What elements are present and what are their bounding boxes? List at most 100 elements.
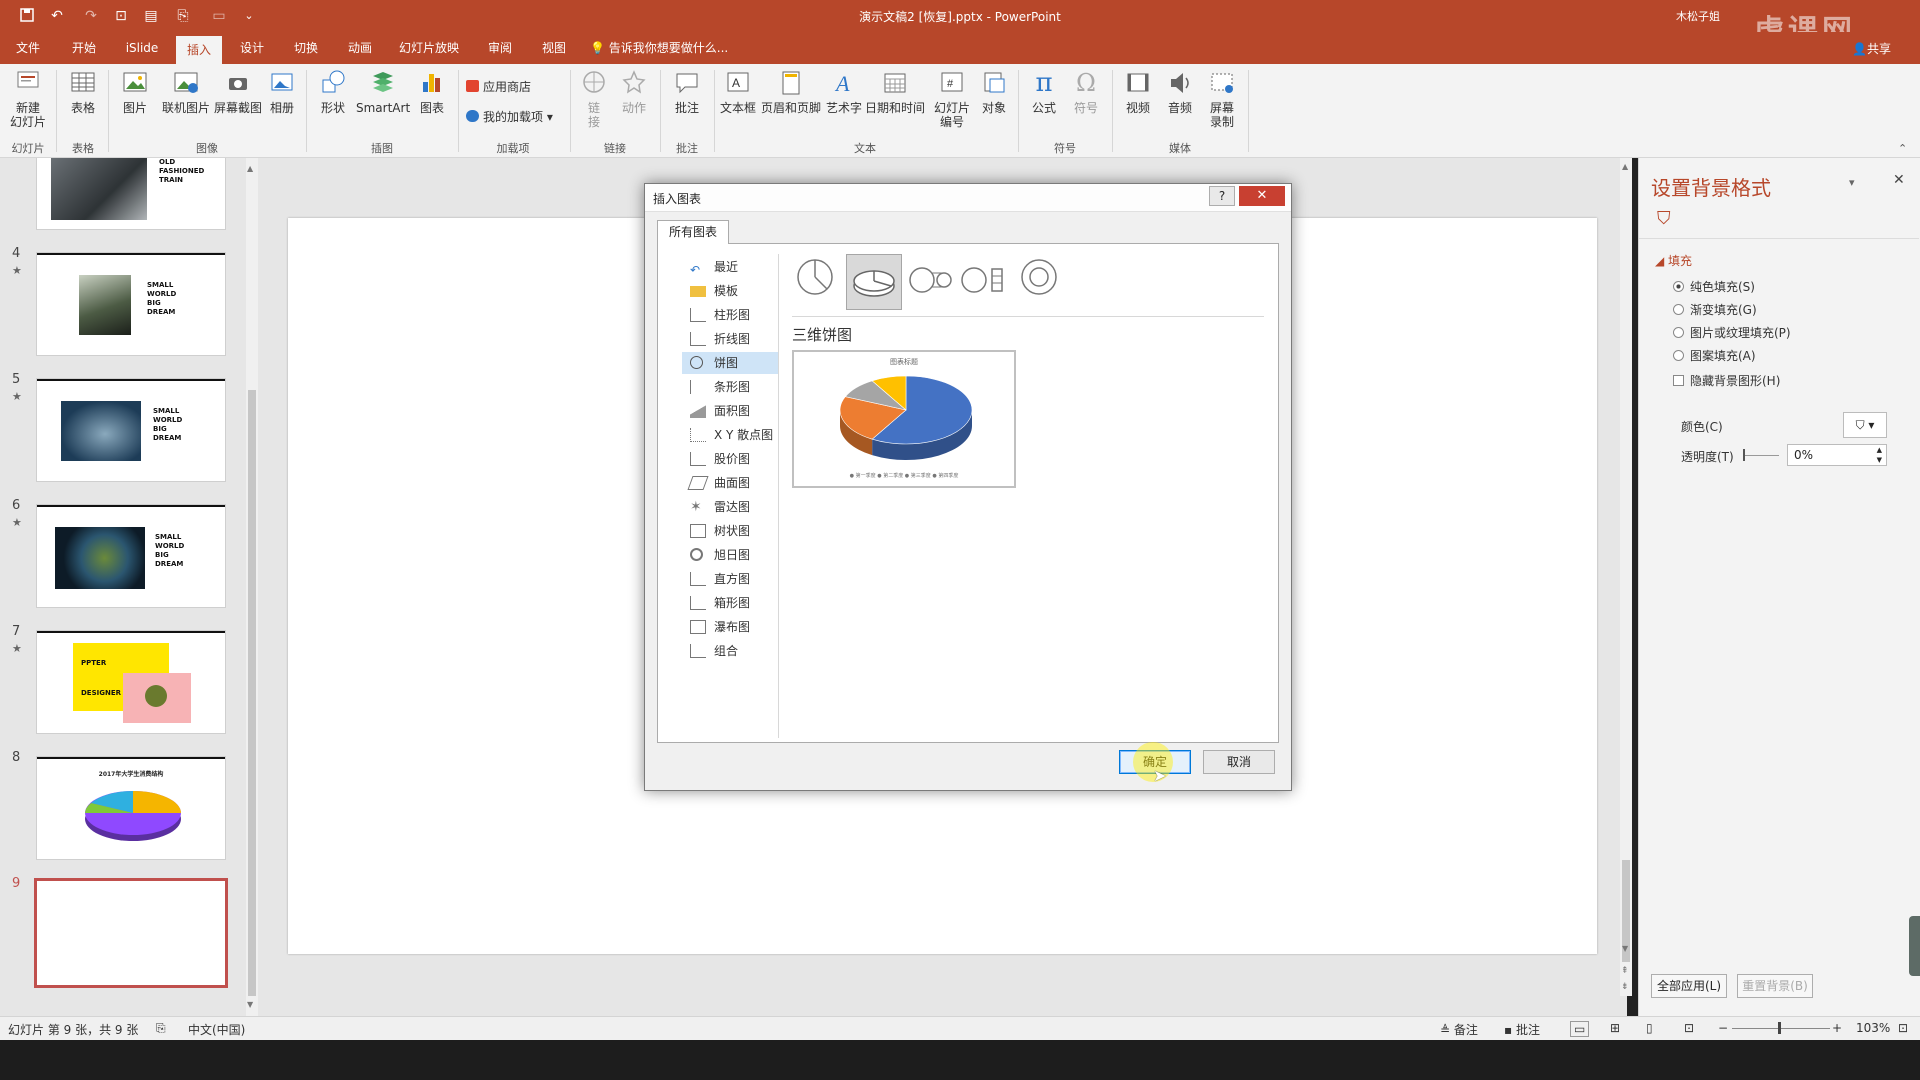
chart-type-area[interactable]: 面积图 (682, 400, 778, 422)
chart-type-combo[interactable]: 组合 (682, 640, 778, 662)
textbox-button[interactable]: A 文本框 (718, 68, 758, 115)
chart-preview[interactable]: 图表标题 ● 第一季度 ● 第二季度 ● 第三季度 ● 第四季度 (792, 350, 1016, 488)
album-button[interactable]: 相册 (264, 68, 300, 115)
normal-view-icon[interactable]: ▭ (1570, 1021, 1590, 1037)
tab-islide[interactable]: iSlide (120, 32, 164, 64)
slide-number-button[interactable]: # 幻灯片 编号 (928, 68, 976, 129)
scroll-up-icon[interactable]: ▲ (247, 164, 253, 173)
scroll-down-icon[interactable]: ▼ (247, 1000, 253, 1009)
datetime-button[interactable]: 日期和时间 (864, 68, 926, 115)
chart-type-column[interactable]: 柱形图 (682, 304, 778, 326)
chart-type-boxwhisker[interactable]: 箱形图 (682, 592, 778, 614)
dialog-close-button[interactable]: ✕ (1239, 186, 1285, 206)
color-picker-button[interactable]: ⛉ ▾ (1843, 412, 1887, 438)
help-button[interactable]: ? (1209, 186, 1235, 206)
solid-fill-option[interactable]: 纯色填充(S) (1673, 278, 1755, 295)
chart-type-templates[interactable]: 模板 (682, 280, 778, 302)
audio-button[interactable]: 音频 (1160, 68, 1200, 115)
chart-type-sunburst[interactable]: 旭日图 (682, 544, 778, 566)
scroll-thumb[interactable] (248, 390, 256, 996)
transparency-slider[interactable] (1743, 455, 1779, 456)
wordart-button[interactable]: A 艺术字 (824, 68, 864, 115)
tab-review[interactable]: 审阅 (478, 32, 522, 64)
zoom-out-icon[interactable]: − (1718, 1021, 1728, 1035)
pane-options-icon[interactable]: ▾ (1849, 176, 1855, 189)
header-footer-button[interactable]: 页眉和页脚 (760, 68, 822, 115)
fill-bucket-icon[interactable]: ⛉ (1657, 208, 1671, 229)
notes-button[interactable]: ≜ 备注 (1440, 1021, 1478, 1038)
dialog-titlebar[interactable]: 插入图表 ? ✕ (645, 184, 1291, 212)
object-button[interactable]: 对象 (976, 68, 1012, 115)
gradient-fill-option[interactable]: 渐变填充(G) (1673, 301, 1757, 318)
hide-bg-graphics-checkbox[interactable]: 隐藏背景图形(H) (1673, 372, 1780, 389)
spellcheck-icon[interactable]: ⎘ (156, 1021, 166, 1036)
stage-scroll-up-icon[interactable]: ▲ (1622, 162, 1628, 171)
comment-button[interactable]: 批注 (666, 68, 708, 115)
tab-design[interactable]: 设计 (230, 32, 274, 64)
share-button[interactable]: 👤共享 (1852, 40, 1891, 57)
tab-slideshow[interactable]: 幻灯片放映 (392, 32, 466, 64)
screen-record-button[interactable]: 屏幕 录制 (1202, 68, 1242, 129)
cancel-button[interactable]: 取消 (1203, 750, 1275, 774)
picture-fill-option[interactable]: 图片或纹理填充(P) (1673, 324, 1791, 341)
smartart-button[interactable]: SmartArt (356, 68, 410, 115)
stage-scrollbar[interactable]: ▲ ▼ ⇞ ⇟ (1620, 158, 1632, 996)
table-button[interactable]: 表格 (62, 68, 104, 115)
subtype-3d-pie[interactable] (846, 254, 902, 310)
side-handle[interactable] (1909, 916, 1920, 976)
thumbnails-scrollbar[interactable]: ▲ ▼ (246, 158, 258, 1016)
chart-button[interactable]: 图表 (412, 68, 452, 115)
chart-type-scatter[interactable]: X Y 散点图 (682, 424, 778, 446)
shapes-button[interactable]: 形状 (312, 68, 354, 115)
slide-thumbnail-7[interactable]: PPTER DESIGNER (36, 630, 226, 734)
pattern-fill-option[interactable]: 图案填充(A) (1673, 347, 1756, 364)
transparency-input[interactable]: 0% ▲ ▼ (1787, 444, 1887, 466)
zoom-level[interactable]: 103% (1856, 1021, 1890, 1035)
tab-home[interactable]: 开始 (64, 32, 104, 64)
picture-button[interactable]: 图片 (114, 68, 156, 115)
stage-scroll-down-icon[interactable]: ▼ (1622, 944, 1628, 953)
chart-type-line[interactable]: 折线图 (682, 328, 778, 350)
zoom-slider[interactable] (1732, 1028, 1830, 1029)
fit-slide-icon[interactable]: ⊡ (1898, 1021, 1908, 1035)
slide-thumbnail-4[interactable]: SMALL WORLD BIG DREAM (36, 252, 226, 356)
pane-close-icon[interactable]: ✕ (1893, 172, 1905, 188)
zoom-in-icon[interactable]: + (1832, 1021, 1842, 1035)
link-button[interactable]: 链 接 (576, 68, 612, 129)
slide-thumbnail-3[interactable]: OLD FASHIONED TRAIN (36, 158, 226, 230)
reading-view-icon[interactable]: ▯ (1646, 1021, 1653, 1035)
chart-type-radar[interactable]: ✶ 雷达图 (682, 496, 778, 518)
equation-button[interactable]: π 公式 (1024, 68, 1064, 115)
my-addins-button[interactable]: 我的加载项 ▾ (466, 108, 553, 125)
prev-slide-icon[interactable]: ⇞ (1621, 966, 1629, 976)
comments-status-button[interactable]: ▪ 批注 (1504, 1021, 1540, 1038)
online-picture-button[interactable]: 联机图片 (158, 68, 214, 115)
action-button[interactable]: 动作 (614, 68, 654, 115)
new-slide-button[interactable]: 新建 幻灯片 (4, 68, 52, 129)
chart-type-recent[interactable]: ↶ 最近 (682, 256, 778, 278)
slide-thumbnail-9[interactable] (34, 878, 228, 988)
zoom-slider-thumb[interactable] (1778, 1022, 1781, 1034)
subtype-bar-of-pie[interactable] (960, 260, 1006, 300)
next-slide-icon[interactable]: ⇟ (1621, 982, 1629, 992)
collapse-ribbon-icon[interactable]: ⌃ (1898, 142, 1907, 155)
tell-me-box[interactable]: 💡 告诉我你想要做什么... (590, 32, 740, 64)
subtype-pie-of-pie[interactable] (908, 260, 954, 300)
chart-type-stock[interactable]: 股价图 (682, 448, 778, 470)
slide-thumbnail-5[interactable]: SMALL WORLD BIG DREAM (36, 378, 226, 482)
tab-transitions[interactable]: 切换 (284, 32, 328, 64)
slide-thumbnail-6[interactable]: SMALL WORLD BIG DREAM (36, 504, 226, 608)
tab-view[interactable]: 视图 (532, 32, 576, 64)
apply-all-button[interactable]: 全部应用(L) (1651, 974, 1727, 998)
tab-file[interactable]: 文件 (8, 32, 48, 64)
tab-insert[interactable]: 插入 (176, 36, 222, 64)
subtype-pie[interactable] (792, 254, 838, 300)
store-button[interactable]: 应用商店 (466, 78, 531, 95)
reset-background-button[interactable]: 重置背景(B) (1737, 974, 1813, 998)
subtype-doughnut[interactable] (1016, 254, 1062, 300)
slide-sorter-icon[interactable]: ⊞ (1610, 1021, 1620, 1035)
transparency-slider-thumb[interactable] (1743, 449, 1745, 461)
chart-type-treemap[interactable]: 树状图 (682, 520, 778, 542)
chart-type-pie[interactable]: 饼图 (682, 352, 778, 374)
tab-animations[interactable]: 动画 (338, 32, 382, 64)
